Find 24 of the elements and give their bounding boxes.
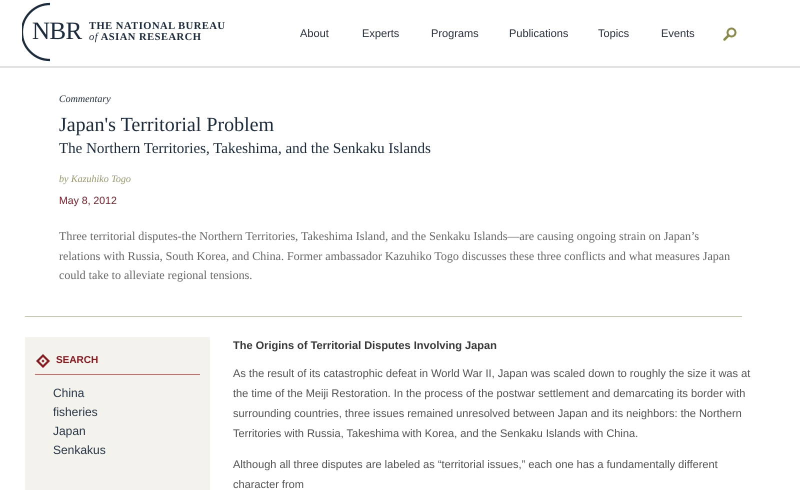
nav-link[interactable]: Events	[661, 26, 695, 42]
publish-date: May 8, 2012	[59, 195, 118, 207]
article-subtitle: The Northern Territories, Takeshima, and the Senkaku Islands	[59, 140, 432, 159]
category-label[interactable]: Commentary	[59, 94, 741, 106]
tag-link[interactable]: China	[53, 386, 84, 400]
tag-link[interactable]: Senkakus	[53, 442, 106, 456]
tag-link[interactable]: Japan	[53, 424, 86, 438]
article-title: Japan's Territorial Problem	[59, 113, 276, 137]
tag-link[interactable]: fisheries	[53, 404, 98, 418]
search-icon[interactable]	[723, 27, 737, 41]
sidebar-heading: SEARCH	[56, 354, 98, 368]
nav-link[interactable]: About	[300, 26, 329, 42]
nav-link[interactable]: Topics	[598, 26, 630, 42]
nav-link[interactable]: Programs	[431, 26, 479, 42]
diamond-icon	[35, 352, 51, 368]
logo-title: THE NATIONAL BUREAU	[89, 21, 226, 32]
nav-link[interactable]: Publications	[509, 26, 568, 42]
body-paragraph: Although all three disputes are labeled as “territorial issues,” each one has a fundamentally different character from	[233, 458, 719, 490]
section-heading: The Origins of Territorial Disputes Involving Japan	[233, 338, 498, 352]
body-paragraph: As the result of its catastrophic defeat in World War II, Japan was scaled down to roughly the size it was at the time of the Meiji Restoration. In the process of the postwar settlement and demarcating its border with surrounding countries, three issues remained unresolved between Japan and its neighbors: the Northern Territories with Russia, Takeshima with Korea, and the Senkaku Islands with China.	[233, 366, 752, 442]
nav-link[interactable]: Experts	[362, 26, 400, 42]
logo-mark[interactable]: NBR	[32, 19, 82, 44]
logo-subtitle: of ASIAN RESEARCH	[89, 32, 202, 43]
article-summary: Three territorial disputes-the Northern Territories, Takeshima Island, and the Senkaku Islands—are causing ongoing strain on Japan’s relations with Russia, South Korea, and China. Former ambassador Kazuhiko Togo discusses these three conflicts and what measures Japan could take to alleviate regional tensions.	[59, 228, 732, 284]
